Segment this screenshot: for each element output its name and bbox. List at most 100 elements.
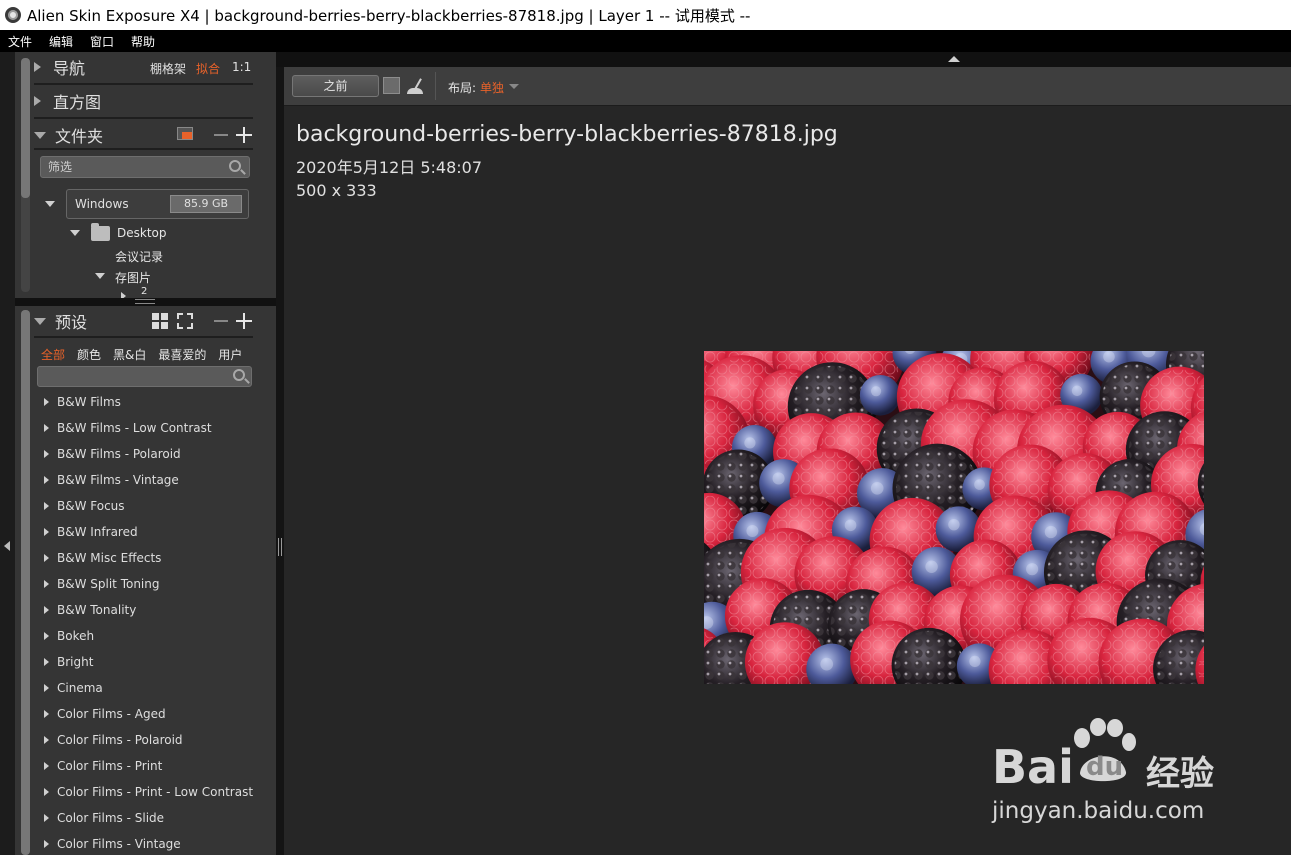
- preset-item[interactable]: B&W Tonality: [34, 597, 253, 623]
- preset-item[interactable]: B&W Films - Vintage: [34, 467, 253, 493]
- preset-label: B&W Films - Low Contrast: [57, 421, 212, 435]
- preset-item[interactable]: B&W Films - Low Contrast: [34, 415, 253, 441]
- preset-item[interactable]: Color Films - Print: [34, 753, 253, 779]
- expand-arrow-icon: [44, 554, 49, 562]
- search-icon[interactable]: [229, 160, 241, 172]
- presets-title: 预设: [55, 313, 88, 332]
- preset-label: Color Films - Slide: [57, 811, 165, 825]
- preset-item[interactable]: Bokeh: [34, 623, 253, 649]
- preset-label: Color Films - Print: [57, 759, 163, 773]
- add-preset-icon[interactable]: [236, 313, 252, 329]
- tab-user[interactable]: 用户: [218, 346, 242, 363]
- preset-label: B&W Misc Effects: [57, 551, 162, 565]
- toolbar-separator: [435, 72, 436, 100]
- chevron-down-icon[interactable]: [509, 84, 519, 89]
- tab-favorites[interactable]: 最喜爱的: [158, 346, 206, 363]
- folders-header[interactable]: 文件夹: [34, 122, 103, 148]
- expand-arrow-icon: [44, 736, 49, 744]
- preset-label: Color Films - Print - Low Contrast: [57, 785, 254, 799]
- navigator-1to1-option[interactable]: 1:1: [232, 60, 251, 74]
- saved-pics-expand-icon[interactable]: [95, 273, 105, 279]
- add-folder-icon[interactable]: [236, 127, 252, 143]
- navigator-header[interactable]: 导航: [34, 54, 85, 80]
- grid-view-icon[interactable]: [152, 313, 168, 329]
- menu-file[interactable]: 文件: [8, 33, 32, 50]
- preset-label: B&W Films - Polaroid: [57, 447, 181, 461]
- window-title: Alien Skin Exposure X4 | background-berr…: [27, 6, 751, 25]
- expand-arrow-icon: [34, 96, 41, 106]
- preset-item[interactable]: Color Films - Vintage: [34, 831, 253, 855]
- collapse-left-panel-icon[interactable]: [4, 541, 10, 551]
- collapse-arrow-icon: [34, 317, 46, 325]
- preset-label: B&W Focus: [57, 499, 125, 513]
- preset-item[interactable]: Color Films - Aged: [34, 701, 253, 727]
- layout-label: 布局:: [448, 81, 477, 95]
- drive-windows[interactable]: Windows 85.9 GB: [66, 189, 249, 219]
- before-button[interactable]: 之前: [292, 75, 379, 97]
- expand-arrow-icon: [44, 762, 49, 770]
- splitter-grip-icon[interactable]: [135, 299, 155, 304]
- presets-scroll-thumb[interactable]: [21, 310, 30, 855]
- tree-item-desktop[interactable]: Desktop: [117, 226, 167, 240]
- tab-bw[interactable]: 黑&白: [113, 346, 146, 363]
- remove-preset-icon[interactable]: [214, 320, 228, 322]
- preset-item[interactable]: B&W Split Toning: [34, 571, 253, 597]
- fullscreen-icon[interactable]: [177, 313, 193, 329]
- preset-item[interactable]: B&W Focus: [34, 493, 253, 519]
- tab-color[interactable]: 颜色: [77, 346, 101, 363]
- preset-item[interactable]: Cinema: [34, 675, 253, 701]
- preset-item[interactable]: B&W Films: [34, 389, 253, 415]
- layout-dropdown[interactable]: 单独: [480, 79, 504, 96]
- navigator-grid-option[interactable]: 棚格架: [150, 60, 186, 77]
- preset-label: Bokeh: [57, 629, 95, 643]
- sidebar-resize-handle[interactable]: [276, 67, 284, 855]
- photo-preview[interactable]: [704, 351, 1204, 684]
- preset-label: B&W Tonality: [57, 603, 137, 617]
- remove-folder-icon[interactable]: [214, 134, 228, 136]
- preset-item[interactable]: Bright: [34, 649, 253, 675]
- folder-view-icon[interactable]: [177, 127, 193, 140]
- desktop-expand-icon[interactable]: [70, 230, 80, 236]
- collapse-top-panel-icon[interactable]: [948, 56, 960, 62]
- app-lens-icon: [5, 7, 21, 23]
- expand-arrow-icon: [34, 62, 41, 72]
- menu-help[interactable]: 帮助: [131, 33, 155, 50]
- tree-item-meeting[interactable]: 会议记录: [115, 248, 163, 265]
- histogram-header[interactable]: 直方图: [34, 88, 101, 114]
- expand-arrow-icon: [44, 528, 49, 536]
- folder-icon: [91, 223, 110, 241]
- watermark-brand-right: du: [1086, 752, 1124, 782]
- preset-search-input[interactable]: [37, 366, 252, 387]
- expand-arrow-icon: [44, 450, 49, 458]
- sidebar-top-scroll-thumb[interactable]: [21, 58, 30, 198]
- expand-arrow-icon: [44, 814, 49, 822]
- preset-label: Color Films - Polaroid: [57, 733, 183, 747]
- preset-label: B&W Split Toning: [57, 577, 160, 591]
- preset-item[interactable]: Color Films - Polaroid: [34, 727, 253, 753]
- preset-label: Bright: [57, 655, 94, 669]
- expand-arrow-icon: [44, 632, 49, 640]
- folder-filter-input[interactable]: 筛选: [40, 156, 250, 178]
- tree-item-sub[interactable]: 2: [141, 286, 147, 298]
- presets-header[interactable]: 预设: [34, 308, 87, 334]
- preset-item[interactable]: B&W Films - Polaroid: [34, 441, 253, 467]
- divider: [34, 148, 253, 150]
- expand-arrow-icon: [44, 606, 49, 614]
- preset-label: B&W Infrared: [57, 525, 138, 539]
- resize-grip-icon[interactable]: [278, 538, 282, 556]
- image-date: 2020年5月12日 5:48:07: [296, 158, 483, 177]
- preset-item[interactable]: B&W Infrared: [34, 519, 253, 545]
- split-view-icon[interactable]: [407, 78, 423, 94]
- tree-item-saved-pics[interactable]: 存图片: [115, 269, 151, 286]
- preset-item[interactable]: Color Films - Slide: [34, 805, 253, 831]
- tab-all[interactable]: 全部: [41, 346, 65, 363]
- menu-window[interactable]: 窗口: [90, 33, 114, 50]
- single-view-icon[interactable]: [383, 77, 400, 94]
- image-filename: background-berries-berry-blackberries-87…: [296, 122, 838, 147]
- preset-item[interactable]: Color Films - Print - Low Contrast: [34, 779, 253, 805]
- preset-item[interactable]: B&W Misc Effects: [34, 545, 253, 571]
- navigator-fit-option[interactable]: 拟合: [196, 60, 220, 77]
- menu-edit[interactable]: 编辑: [49, 33, 73, 50]
- drive-expand-icon[interactable]: [45, 201, 55, 207]
- search-icon[interactable]: [233, 369, 245, 381]
